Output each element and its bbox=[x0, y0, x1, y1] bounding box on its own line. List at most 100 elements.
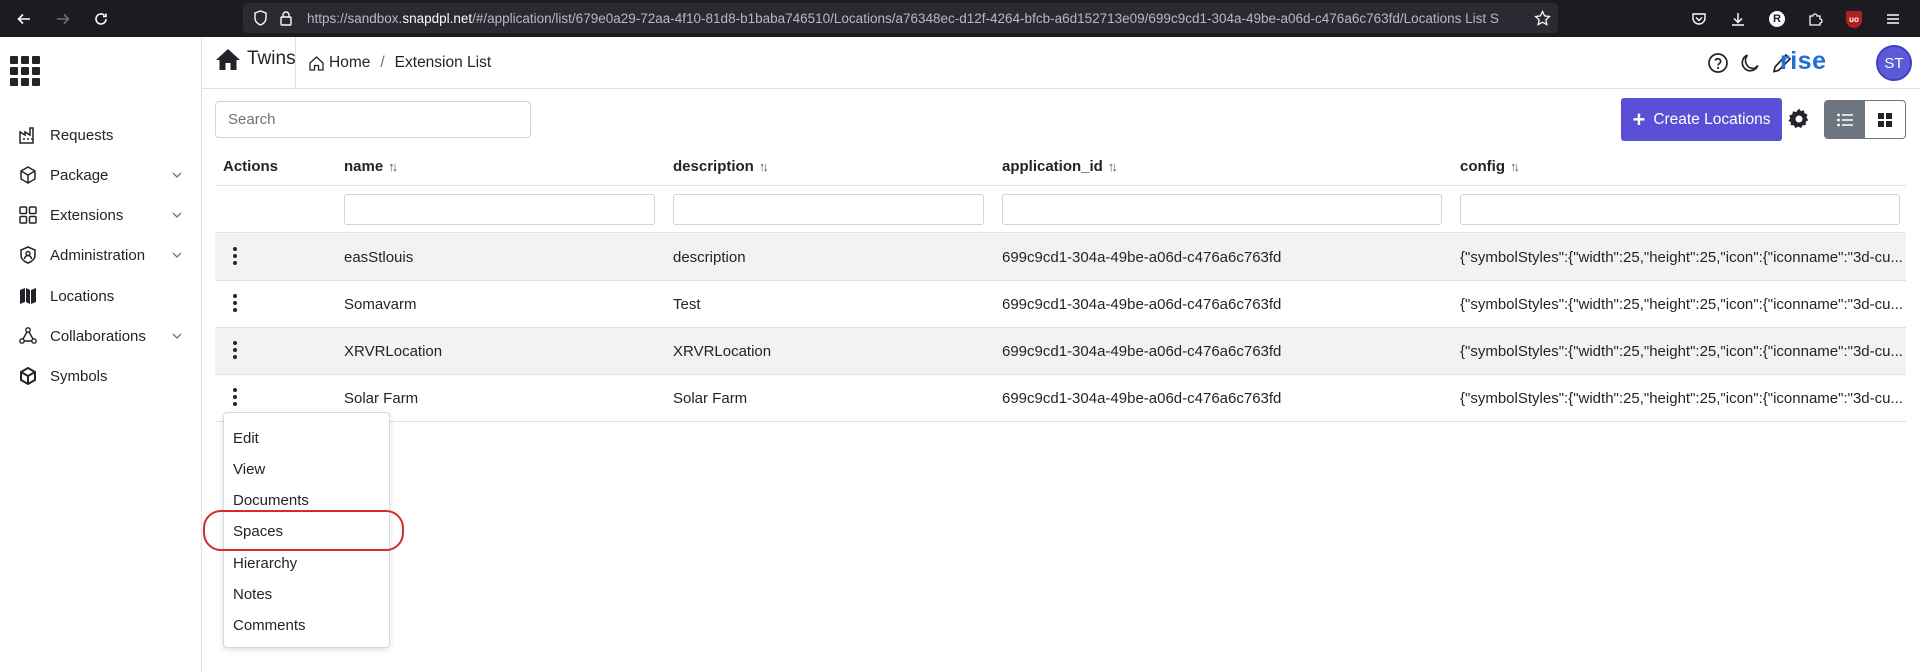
app-header: Twins Home / Extension List rise ST bbox=[202, 37, 1920, 89]
cell-application-id: 699c9cd1-304a-49be-a06d-c476a6c763fd bbox=[1002, 390, 1282, 407]
hamburger-menu-icon[interactable] bbox=[1880, 6, 1906, 32]
sidebar-item-label: Collaborations bbox=[50, 327, 146, 345]
sidebar-item-label: Symbols bbox=[50, 367, 108, 385]
factory-icon bbox=[17, 124, 39, 146]
menu-item-view[interactable]: View bbox=[224, 454, 389, 485]
cell-application-id: 699c9cd1-304a-49be-a06d-c476a6c763fd bbox=[1002, 249, 1282, 266]
sidebar-item-label: Extensions bbox=[50, 206, 124, 224]
cell-config: {"symbolStyles":{"width":25,"height":25,… bbox=[1460, 343, 1903, 360]
gear-icon[interactable] bbox=[1786, 106, 1812, 132]
menu-item-hierarchy[interactable]: Hierarchy bbox=[224, 548, 389, 579]
sidebar-item-extensions[interactable]: Extensions bbox=[0, 197, 202, 233]
app-brand[interactable]: Twins bbox=[215, 47, 296, 71]
sidebar-item-label: Package bbox=[50, 166, 109, 184]
sidebar-item-label: Requests bbox=[50, 126, 114, 144]
row-actions-kebab-icon[interactable] bbox=[227, 338, 243, 362]
menu-item-notes[interactable]: Notes bbox=[224, 579, 389, 610]
grid-view-button[interactable] bbox=[1865, 101, 1905, 138]
map-icon bbox=[17, 285, 39, 307]
shield-user-icon bbox=[17, 244, 39, 266]
breadcrumb: Home / Extension List bbox=[308, 54, 491, 72]
home-outline-icon bbox=[309, 55, 324, 71]
sidebar-item-symbols[interactable]: Symbols bbox=[0, 358, 202, 394]
cell-description: Solar Farm bbox=[673, 390, 748, 407]
cell-application-id: 699c9cd1-304a-49be-a06d-c476a6c763fd bbox=[1002, 296, 1282, 313]
cell-config: {"symbolStyles":{"width":25,"height":25,… bbox=[1460, 296, 1903, 313]
sort-icon: ↑↓ bbox=[388, 159, 398, 174]
row-actions-kebab-icon[interactable] bbox=[227, 385, 243, 409]
cell-description: Test bbox=[673, 296, 701, 313]
ublock-label: uo bbox=[1846, 10, 1862, 28]
header-divider bbox=[295, 37, 296, 89]
lock-icon[interactable] bbox=[273, 5, 299, 31]
cell-name: Somavarm bbox=[344, 296, 417, 313]
package-icon bbox=[17, 164, 39, 186]
grid-icon bbox=[1878, 112, 1892, 127]
profile-badge-letter: R bbox=[1769, 11, 1785, 27]
column-header-actions: Actions bbox=[223, 158, 279, 175]
view-toggle bbox=[1824, 100, 1906, 139]
extensions-puzzle-icon[interactable] bbox=[1802, 6, 1828, 32]
sort-icon: ↑↓ bbox=[758, 159, 769, 174]
bookmark-star-icon[interactable] bbox=[1529, 5, 1555, 31]
sidebar-item-requests[interactable]: Requests bbox=[0, 117, 202, 153]
column-header-application-id[interactable]: application_id ↑↓ bbox=[1002, 158, 1118, 175]
cell-name: XRVRLocation bbox=[344, 343, 443, 360]
row-actions-kebab-icon[interactable] bbox=[227, 291, 243, 315]
column-header-name[interactable]: name ↑↓ bbox=[344, 158, 398, 175]
spaces-highlight-ring bbox=[203, 510, 404, 551]
chevron-down-icon bbox=[172, 212, 182, 218]
create-button-label: Create Locations bbox=[1653, 110, 1771, 128]
sidebar-item-label: Administration bbox=[50, 246, 146, 264]
sidebar-item-label: Locations bbox=[50, 287, 115, 305]
table-row[interactable]: XRVRLocation XRVRLocation 699c9cd1-304a-… bbox=[215, 328, 1906, 375]
profile-badge-icon[interactable]: R bbox=[1764, 6, 1790, 32]
breadcrumb-separator: / bbox=[380, 54, 385, 71]
browser-toolbar: https://sandbox.snapdpl.net/#/applicatio… bbox=[0, 0, 1920, 37]
cube-icon bbox=[17, 365, 39, 387]
cell-application-id: 699c9cd1-304a-49be-a06d-c476a6c763fd bbox=[1002, 343, 1282, 360]
create-locations-button[interactable]: + Create Locations bbox=[1621, 98, 1782, 141]
cell-name: Solar Farm bbox=[344, 390, 419, 407]
dark-mode-icon[interactable] bbox=[1738, 51, 1762, 75]
menu-item-edit[interactable]: Edit bbox=[224, 423, 389, 454]
name-filter-input[interactable] bbox=[344, 194, 655, 225]
shield-icon[interactable] bbox=[247, 5, 273, 31]
config-filter-input[interactable] bbox=[1460, 194, 1900, 225]
network-icon bbox=[17, 325, 39, 347]
row-actions-kebab-icon[interactable] bbox=[227, 244, 243, 268]
search-input[interactable] bbox=[215, 101, 531, 138]
menu-item-comments[interactable]: Comments bbox=[224, 610, 389, 641]
app-grid-icon[interactable] bbox=[10, 56, 40, 86]
sidebar-item-locations[interactable]: Locations bbox=[0, 278, 202, 314]
cell-name: easStlouis bbox=[344, 249, 414, 266]
extensions-icon bbox=[17, 204, 39, 226]
sidebar-item-administration[interactable]: Administration bbox=[0, 237, 202, 273]
table-row[interactable]: Somavarm Test 699c9cd1-304a-49be-a06d-c4… bbox=[215, 281, 1906, 328]
url-text[interactable]: https://sandbox.snapdpl.net/#/applicatio… bbox=[307, 11, 1507, 26]
avatar[interactable]: ST bbox=[1876, 45, 1912, 81]
downloads-icon[interactable] bbox=[1725, 6, 1751, 32]
ublock-icon[interactable]: uo bbox=[1841, 6, 1867, 32]
table-row[interactable]: Solar Farm Solar Farm 699c9cd1-304a-49be… bbox=[215, 375, 1906, 422]
sort-icon: ↑↓ bbox=[1510, 159, 1520, 174]
column-header-description[interactable]: description ↑↓ bbox=[673, 158, 769, 175]
reload-icon[interactable] bbox=[88, 6, 114, 32]
forward-icon[interactable] bbox=[50, 6, 76, 32]
table-header: Actions name ↑↓ description ↑↓ application… bbox=[215, 148, 1906, 186]
back-icon[interactable] bbox=[11, 6, 37, 32]
sidebar-item-collaborations[interactable]: Collaborations bbox=[0, 318, 202, 354]
help-icon[interactable] bbox=[1706, 51, 1730, 75]
breadcrumb-current: Extension List bbox=[394, 54, 492, 71]
rise-logo: rise bbox=[1780, 47, 1827, 75]
list-view-button[interactable] bbox=[1825, 101, 1865, 138]
column-header-config[interactable]: config ↑↓ bbox=[1460, 158, 1520, 175]
application-id-filter-input[interactable] bbox=[1002, 194, 1442, 225]
cell-description: description bbox=[673, 249, 746, 266]
table-row[interactable]: easStlouis description 699c9cd1-304a-49b… bbox=[215, 234, 1906, 281]
pocket-icon[interactable] bbox=[1686, 6, 1712, 32]
description-filter-input[interactable] bbox=[673, 194, 984, 225]
url-bar[interactable]: https://sandbox.snapdpl.net/#/applicatio… bbox=[243, 3, 1558, 33]
sidebar-item-package[interactable]: Package bbox=[0, 157, 202, 193]
breadcrumb-home[interactable]: Home bbox=[329, 54, 370, 72]
